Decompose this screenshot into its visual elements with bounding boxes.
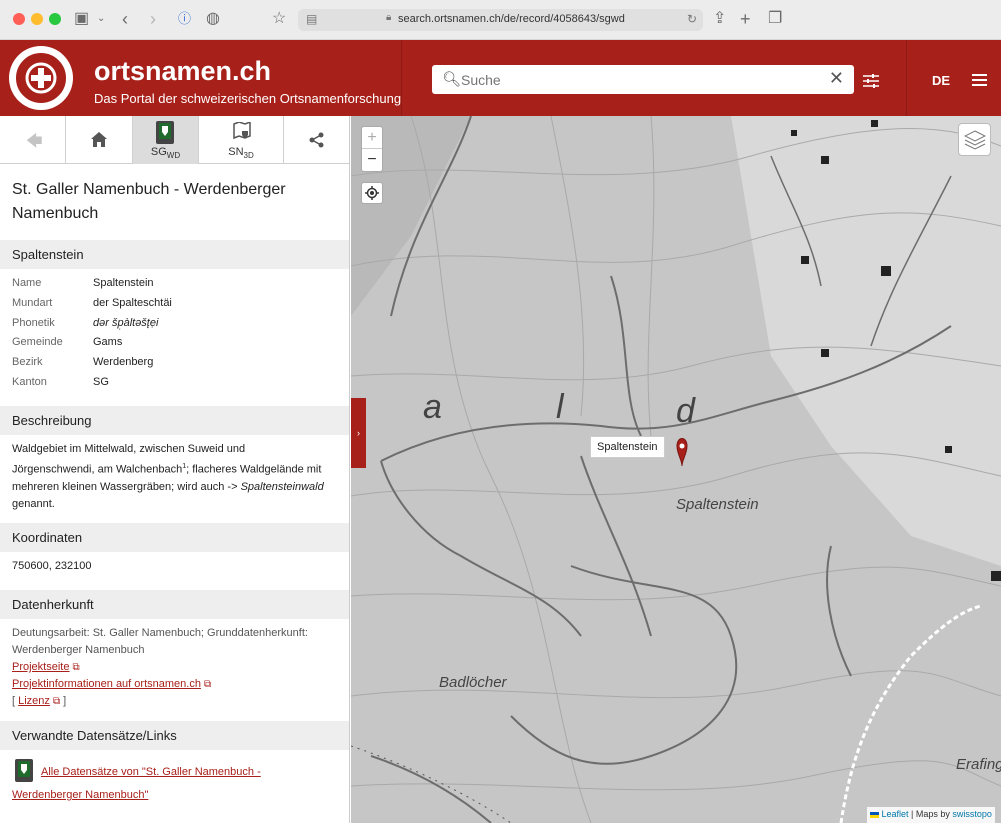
minimize-window-button[interactable] [31,13,43,25]
chevron-down-icon[interactable]: ⌄ [97,10,105,28]
url-text: search.ortsnamen.ch/de/record/4058643/sg… [398,13,625,25]
home-button[interactable] [66,116,133,164]
description-text: Waldgebiet im Mittelwald, zwischen Suwei… [12,443,324,510]
map-label: d [676,392,695,430]
filter-icon[interactable] [863,74,879,93]
name-section-heading: Spaltenstein [0,240,349,269]
collapse-sidebar-button[interactable]: › [351,398,366,468]
tab-sn3d[interactable]: SN3D [199,116,284,164]
star-icon[interactable]: ☆ [272,10,286,28]
maximize-window-button[interactable] [49,13,61,25]
divider [906,40,907,116]
field-key: Mundart [12,297,53,309]
field-key: Phonetik [12,317,55,329]
field-value: der Spalteschtäi [93,297,172,309]
source-heading: Datenherkunft [0,590,349,619]
reload-icon[interactable]: ↻ [687,12,697,26]
description-heading: Beschreibung [0,406,349,435]
divider [401,40,402,116]
zoom-control: + − [361,126,383,172]
forward-icon[interactable]: › [150,10,156,28]
map-label: l [556,388,564,426]
field-value: Gams [93,336,123,348]
related-link[interactable]: Alle Datensätze von "St. Galler Namenbuc… [12,764,340,804]
map-label: a [423,388,442,426]
field-value: SG [93,376,109,388]
lock-icon: 🔒︎ [386,12,392,23]
source-text: Deutungsarbeit: St. Galler Namenbuch; Gr… [12,627,308,707]
privacy-icon[interactable]: ⓘ [178,10,191,28]
book-icon [156,121,174,144]
sidebar-toggle-icon[interactable]: ▣ [74,10,89,28]
search-input[interactable] [461,70,821,89]
field-key: Kanton [12,376,47,388]
hamburger-menu-icon[interactable] [972,74,987,89]
record-sidebar: 🡄 SGWD SN3D St. Galler Namenbuch - Werde… [0,116,350,833]
mouse-icon[interactable]: ◍ [206,10,220,28]
field-value: Werdenberg [93,356,154,368]
site-title[interactable]: ortsnamen.ch [94,56,271,87]
locate-button[interactable] [361,182,383,204]
page-icon: ▤ [306,12,318,26]
related-heading: Verwandte Datensätze/Links [0,721,349,750]
arrow-left-icon: 🡄 [26,133,43,150]
field-key: Gemeinde [12,336,63,348]
back-icon[interactable]: ‹ [122,10,128,28]
field-value: Spaltenstein [93,277,154,289]
map-label: Erafing [956,756,1001,773]
home-icon [91,132,107,147]
zoom-out-button[interactable]: − [362,149,382,171]
crosshair-icon [365,186,379,200]
swisstopo-link[interactable]: swisstopo [952,809,992,819]
external-link-icon: ⧉ [52,696,61,707]
map-label: Spaltenstein [676,496,759,513]
map-view[interactable]: a l d Spaltenstein Badlöcher Erafing Spa… [351,116,1001,823]
record-title: St. Galler Namenbuch - Werdenberger Name… [12,181,286,222]
layers-icon [964,130,986,150]
share-icon[interactable]: ⇪ [713,10,726,28]
map-attribution: Leaflet | Maps by swisstopo [867,807,995,823]
field-key: Bezirk [12,356,43,368]
idiotikon-logo[interactable] [9,46,73,110]
layers-button[interactable] [958,123,991,156]
field-value: dər šp̣àltəšt̨ẹi [93,317,159,329]
tab-sn3d-label: SN [228,146,244,158]
back-button[interactable]: 🡄 [0,116,66,164]
map-popup: Spaltenstein [590,436,665,458]
tab-sgwd[interactable]: SGWD [133,116,199,164]
close-icon[interactable]: ✕ [829,68,844,89]
license-link[interactable]: Lizenz [18,695,50,707]
new-tab-icon[interactable]: + [740,10,751,28]
flag-icon [870,811,879,818]
external-link-icon: ⧉ [204,679,212,690]
tab-sgwd-label: SG [150,146,167,158]
leaflet-link[interactable]: Leaflet [882,809,909,819]
field-key: Name [12,277,42,289]
close-window-button[interactable] [13,13,25,25]
search-icon: 🔍︎ [442,71,462,88]
browser-toolbar: ▣ ⌄ ‹ › ⓘ ◍ ☆ ▤ 🔒︎ search.ortsnamen.ch/d… [0,0,1001,40]
tabs-overview-icon[interactable]: ❐ [768,10,782,28]
coordinates-value: 750600, 232100 [12,560,92,572]
zoom-in-button[interactable]: + [362,127,382,149]
tab-sn3d-sub: 3D [243,151,254,161]
address-bar[interactable]: ▤ 🔒︎ search.ortsnamen.ch/de/record/40586… [298,9,703,31]
search-box: 🔍︎ ✕ [432,65,854,94]
share-icon [309,132,324,148]
window-bottom-edge [0,823,1001,833]
share-button[interactable] [284,116,349,164]
site-header: ortsnamen.ch Das Portal der schweizerisc… [0,40,1001,116]
map-terrain [351,116,1001,823]
record-tabs: 🡄 SGWD SN3D [0,116,349,164]
project-page-link[interactable]: Projektseite [12,661,69,673]
site-subtitle: Das Portal der schweizerischen Ortsnamen… [94,91,402,106]
external-link-icon: ⧉ [72,662,80,673]
tab-sgwd-sub: WD [166,151,181,161]
language-selector[interactable]: DE [932,73,950,88]
map-label: Badlöcher [439,674,507,691]
coordinates-heading: Koordinaten [0,523,349,552]
project-info-link[interactable]: Projektinformationen auf ortsnamen.ch [12,678,201,690]
map-shield-icon [233,122,251,140]
